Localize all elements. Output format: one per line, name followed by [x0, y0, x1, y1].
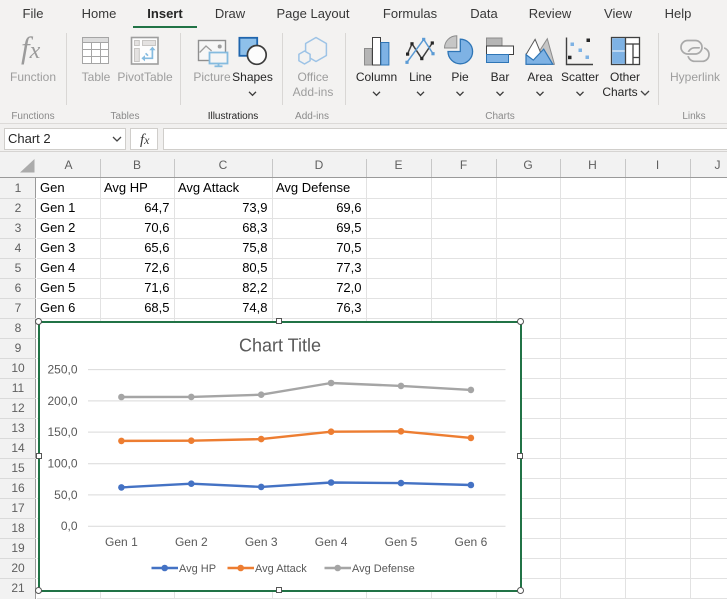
svg-text:Gen 6: Gen 6 [455, 535, 488, 549]
svg-text:Chart Title: Chart Title [239, 336, 321, 356]
svg-text:Gen 4: Gen 4 [315, 535, 348, 549]
svg-text:Avg Attack: Avg Attack [255, 563, 307, 575]
svg-text:50,0: 50,0 [54, 488, 78, 502]
svg-text:Avg HP: Avg HP [179, 563, 216, 575]
svg-text:200,0: 200,0 [47, 394, 77, 408]
svg-text:Gen 1: Gen 1 [105, 535, 138, 549]
svg-text:150,0: 150,0 [47, 425, 77, 439]
svg-text:Gen 2: Gen 2 [175, 535, 208, 549]
svg-text:Gen 5: Gen 5 [385, 535, 418, 549]
svg-text:Gen 3: Gen 3 [245, 535, 278, 549]
svg-text:100,0: 100,0 [47, 457, 77, 471]
svg-text:0,0: 0,0 [61, 519, 78, 533]
svg-text:Avg Defense: Avg Defense [352, 563, 415, 575]
svg-text:250,0: 250,0 [47, 363, 77, 377]
